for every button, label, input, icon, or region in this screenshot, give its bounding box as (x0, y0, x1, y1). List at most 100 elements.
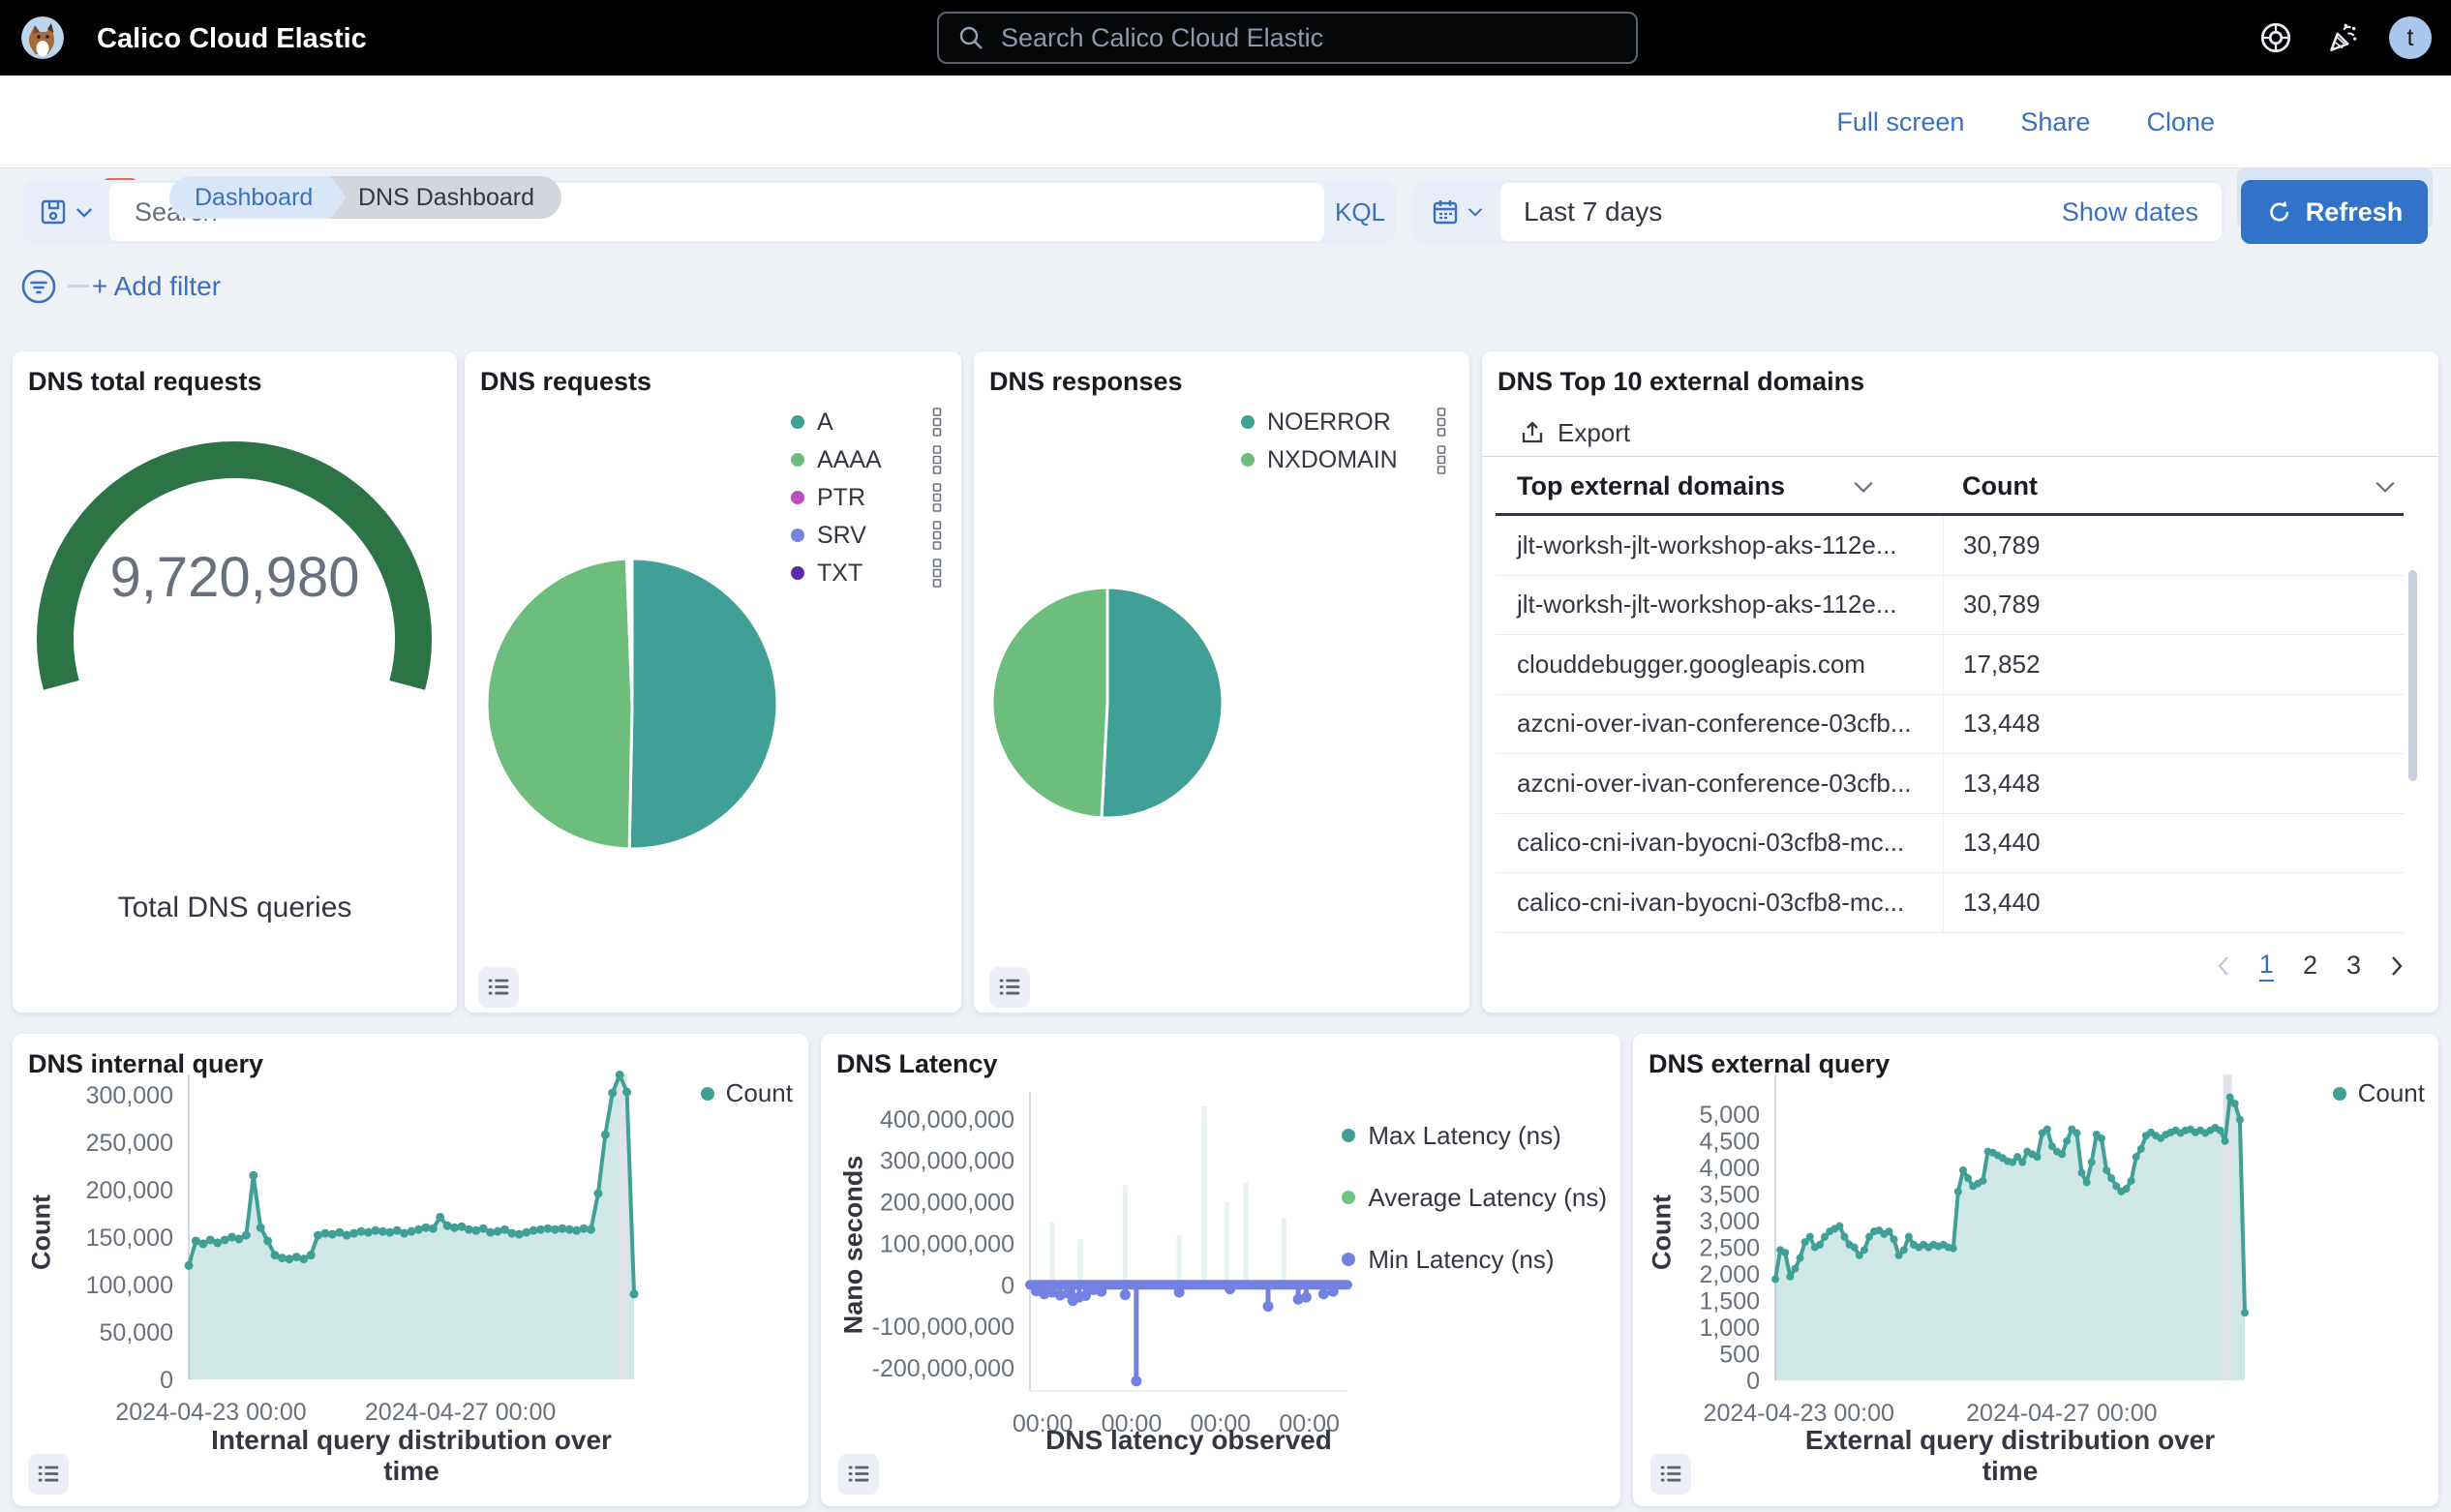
legend-toggle-button[interactable] (478, 967, 519, 1008)
date-picker-button[interactable] (1413, 180, 1500, 244)
page-3[interactable]: 3 (2346, 951, 2361, 981)
dashboard-actions: Full screen Share Clone (1836, 76, 2215, 168)
legend-dot (1241, 453, 1255, 467)
breadcrumb-dns-dashboard[interactable]: DNS Dashboard (319, 176, 561, 219)
svg-text:4,500: 4,500 (1699, 1129, 1760, 1156)
legend-toggle-button[interactable] (989, 967, 1030, 1008)
nav-bar: c Dashboard DNS Dashboard Full screen Sh… (0, 76, 2451, 168)
svg-text:1,500: 1,500 (1699, 1288, 1760, 1315)
pie-legend: NOERROR NXDOMAIN (1241, 408, 1446, 474)
top-header: Calico Cloud Elastic Search Calico Cloud… (0, 0, 2451, 76)
y-axis-label: Nano seconds (839, 1156, 869, 1335)
refresh-button[interactable]: Refresh (2241, 180, 2428, 244)
table-scrollbar[interactable] (2408, 570, 2417, 781)
x-axis-label: DNS latency observed (1030, 1425, 1347, 1456)
search-icon (956, 23, 985, 52)
clone-link[interactable]: Clone (2146, 107, 2215, 137)
date-picker-bar: Last 7 days Show dates (1413, 180, 2224, 244)
legend-label: PTR (817, 484, 920, 512)
export-button[interactable]: Export (1519, 413, 1630, 452)
table-row[interactable]: azcni-over-ivan-conference-03cfb... 13,4… (1496, 695, 2404, 755)
full-screen-link[interactable]: Full screen (1836, 107, 1964, 137)
legend-toggle-button[interactable] (1650, 1454, 1691, 1495)
breadcrumb-dashboard[interactable]: Dashboard (169, 176, 346, 219)
legend-actions-icon[interactable] (932, 559, 942, 588)
svg-text:0: 0 (160, 1367, 173, 1394)
legend-item-count[interactable]: Count (701, 1078, 793, 1108)
show-dates-link[interactable]: Show dates (2062, 197, 2198, 227)
svg-text:300,000: 300,000 (86, 1082, 173, 1109)
svg-text:-100,000,000: -100,000,000 (872, 1314, 1014, 1341)
legend-item-ptr[interactable]: PTR (791, 483, 942, 512)
table-row[interactable]: clouddebugger.googleapis.com 17,852 (1496, 635, 2404, 695)
legend-item-a[interactable]: A (791, 408, 942, 437)
export-label: Export (1558, 418, 1630, 448)
legend-dot (791, 529, 804, 542)
divider (1482, 456, 2438, 457)
table-row[interactable]: jlt-worksh-jlt-workshop-aks-112e... 30,7… (1496, 576, 2404, 636)
count-cell: 30,789 (1943, 516, 2404, 575)
panel-top-external-domains: DNS Top 10 external domains Export Top e… (1482, 351, 2438, 1013)
page-1[interactable]: 1 (2259, 950, 2274, 982)
legend-actions-icon[interactable] (1437, 408, 1446, 437)
filter-divider (68, 285, 89, 287)
svg-text:2024-04-23 00:00: 2024-04-23 00:00 (1704, 1400, 1894, 1427)
next-page-icon[interactable] (2390, 955, 2404, 977)
avatar[interactable]: t (2389, 16, 2432, 59)
chevron-down-icon (76, 207, 93, 218)
panel-dns-requests: DNS requests A AAAA PTR SRV (465, 351, 961, 1013)
legend-dot (791, 415, 804, 429)
legend-item-srv[interactable]: SRV (791, 521, 942, 550)
column-header-domains[interactable]: Top external domains (1496, 471, 1943, 501)
panel-dns-responses: DNS responses NOERROR NXDOMAIN (974, 351, 1469, 1013)
filter-icon[interactable] (19, 267, 58, 306)
legend-label: Count (2358, 1078, 2425, 1108)
legend-toggle-button[interactable] (838, 1454, 879, 1495)
table-row[interactable]: calico-cni-ivan-byocni-03cfb8-mc... 13,4… (1496, 814, 2404, 874)
sort-chevron-icon[interactable] (2375, 480, 2396, 494)
page-2[interactable]: 2 (2303, 951, 2317, 981)
app-logo[interactable] (21, 16, 64, 59)
legend-toggle-button[interactable] (28, 1454, 69, 1495)
previous-page-icon[interactable] (2217, 955, 2230, 977)
legend-item-txt[interactable]: TXT (791, 559, 942, 588)
saved-query-button[interactable] (22, 180, 109, 244)
column-header-count[interactable]: Count (1943, 471, 2404, 501)
svg-text:2024-04-23 00:00: 2024-04-23 00:00 (115, 1399, 306, 1426)
refresh-button-label: Refresh (2306, 197, 2404, 227)
help-icon[interactable] (2257, 19, 2294, 56)
sort-chevron-icon[interactable] (1853, 480, 1874, 494)
legend-actions-icon[interactable] (932, 445, 942, 474)
legend-item-count[interactable]: Count (2333, 1078, 2425, 1108)
time-range-value[interactable]: Last 7 days (1524, 197, 2062, 227)
list-icon (485, 974, 512, 1001)
domain-cell: clouddebugger.googleapis.com (1496, 650, 1943, 680)
table-header: Top external domains Count (1496, 460, 2404, 516)
pie-legend: A AAAA PTR SRV TXT (791, 408, 942, 588)
table-row[interactable]: azcni-over-ivan-conference-03cfb... 13,4… (1496, 754, 2404, 814)
whats-new-icon[interactable] (2323, 19, 2360, 56)
table-row[interactable]: jlt-worksh-jlt-workshop-aks-112e... 30,7… (1496, 516, 2404, 576)
legend-label: NOERROR (1267, 408, 1424, 437)
legend-actions-icon[interactable] (1437, 445, 1446, 474)
legend-item-min-latency[interactable]: Min Latency (ns) (1342, 1245, 1607, 1274)
legend-actions-icon[interactable] (932, 408, 942, 437)
legend-item-max-latency[interactable]: Max Latency (ns) (1342, 1121, 1607, 1150)
share-link[interactable]: Share (2020, 107, 2090, 137)
legend-item-aaaa[interactable]: AAAA (791, 445, 942, 474)
legend-label: NXDOMAIN (1267, 446, 1424, 474)
add-filter-link[interactable]: + Add filter (92, 271, 221, 302)
global-search-input[interactable]: Search Calico Cloud Elastic (937, 12, 1638, 64)
legend-actions-icon[interactable] (932, 483, 942, 512)
legend-item-average-latency[interactable]: Average Latency (ns) (1342, 1183, 1607, 1212)
kql-button[interactable]: KQL (1324, 180, 1396, 244)
time-range-field[interactable]: Last 7 days Show dates (1500, 183, 2222, 241)
latency-legend: Max Latency (ns) Average Latency (ns) Mi… (1342, 1121, 1607, 1274)
table-row[interactable]: calico-cni-ivan-byocni-03cfb8-mc... 13,4… (1496, 873, 2404, 933)
legend-item-noerror[interactable]: NOERROR (1241, 408, 1446, 437)
legend-actions-icon[interactable] (932, 521, 942, 550)
legend-item-nxdomain[interactable]: NXDOMAIN (1241, 445, 1446, 474)
gauge-value: 9,720,980 (13, 545, 457, 610)
domain-cell: calico-cni-ivan-byocni-03cfb8-mc... (1496, 828, 1943, 858)
header-icons: t (2257, 0, 2432, 76)
